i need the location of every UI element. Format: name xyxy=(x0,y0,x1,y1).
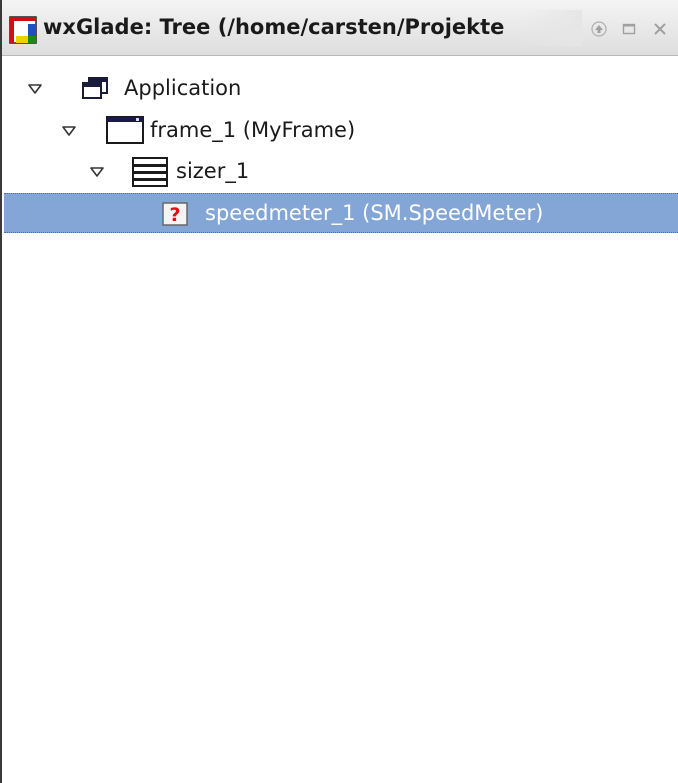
collapse-triangle-icon[interactable] xyxy=(26,80,44,98)
shade-up-icon[interactable] xyxy=(586,16,612,42)
tree-node-frame[interactable]: frame_1 (MyFrame) xyxy=(2,110,678,150)
tree-node-label: Application xyxy=(124,76,242,100)
frame-icon xyxy=(106,116,144,144)
collapse-triangle-icon[interactable] xyxy=(60,122,78,140)
window-title: wxGlade: Tree (/home/carsten/Projekte xyxy=(43,15,505,39)
tree-node-label: sizer_1 xyxy=(176,159,250,183)
tree-node-speedmeter[interactable]: ? speedmeter_1 (SM.SpeedMeter) xyxy=(2,193,678,233)
title-bar[interactable]: wxGlade: Tree (/home/carsten/Projekte xyxy=(2,0,678,56)
svg-text:?: ? xyxy=(169,204,180,226)
collapse-triangle-icon[interactable] xyxy=(88,163,106,181)
close-icon[interactable] xyxy=(647,16,673,42)
wxglade-app-icon xyxy=(9,16,37,44)
application-icon xyxy=(82,77,108,99)
tree-window: wxGlade: Tree (/home/carsten/Projekte Ap… xyxy=(0,0,678,783)
tree-node-label: frame_1 (MyFrame) xyxy=(150,118,356,142)
tree-node-sizer[interactable]: sizer_1 xyxy=(2,151,678,191)
maximize-icon[interactable] xyxy=(616,16,642,42)
tree-node-label: speedmeter_1 (SM.SpeedMeter) xyxy=(205,201,544,225)
unknown-widget-icon: ? xyxy=(162,202,188,226)
sizer-icon xyxy=(132,157,168,187)
tree-node-application[interactable]: Application xyxy=(2,68,678,108)
